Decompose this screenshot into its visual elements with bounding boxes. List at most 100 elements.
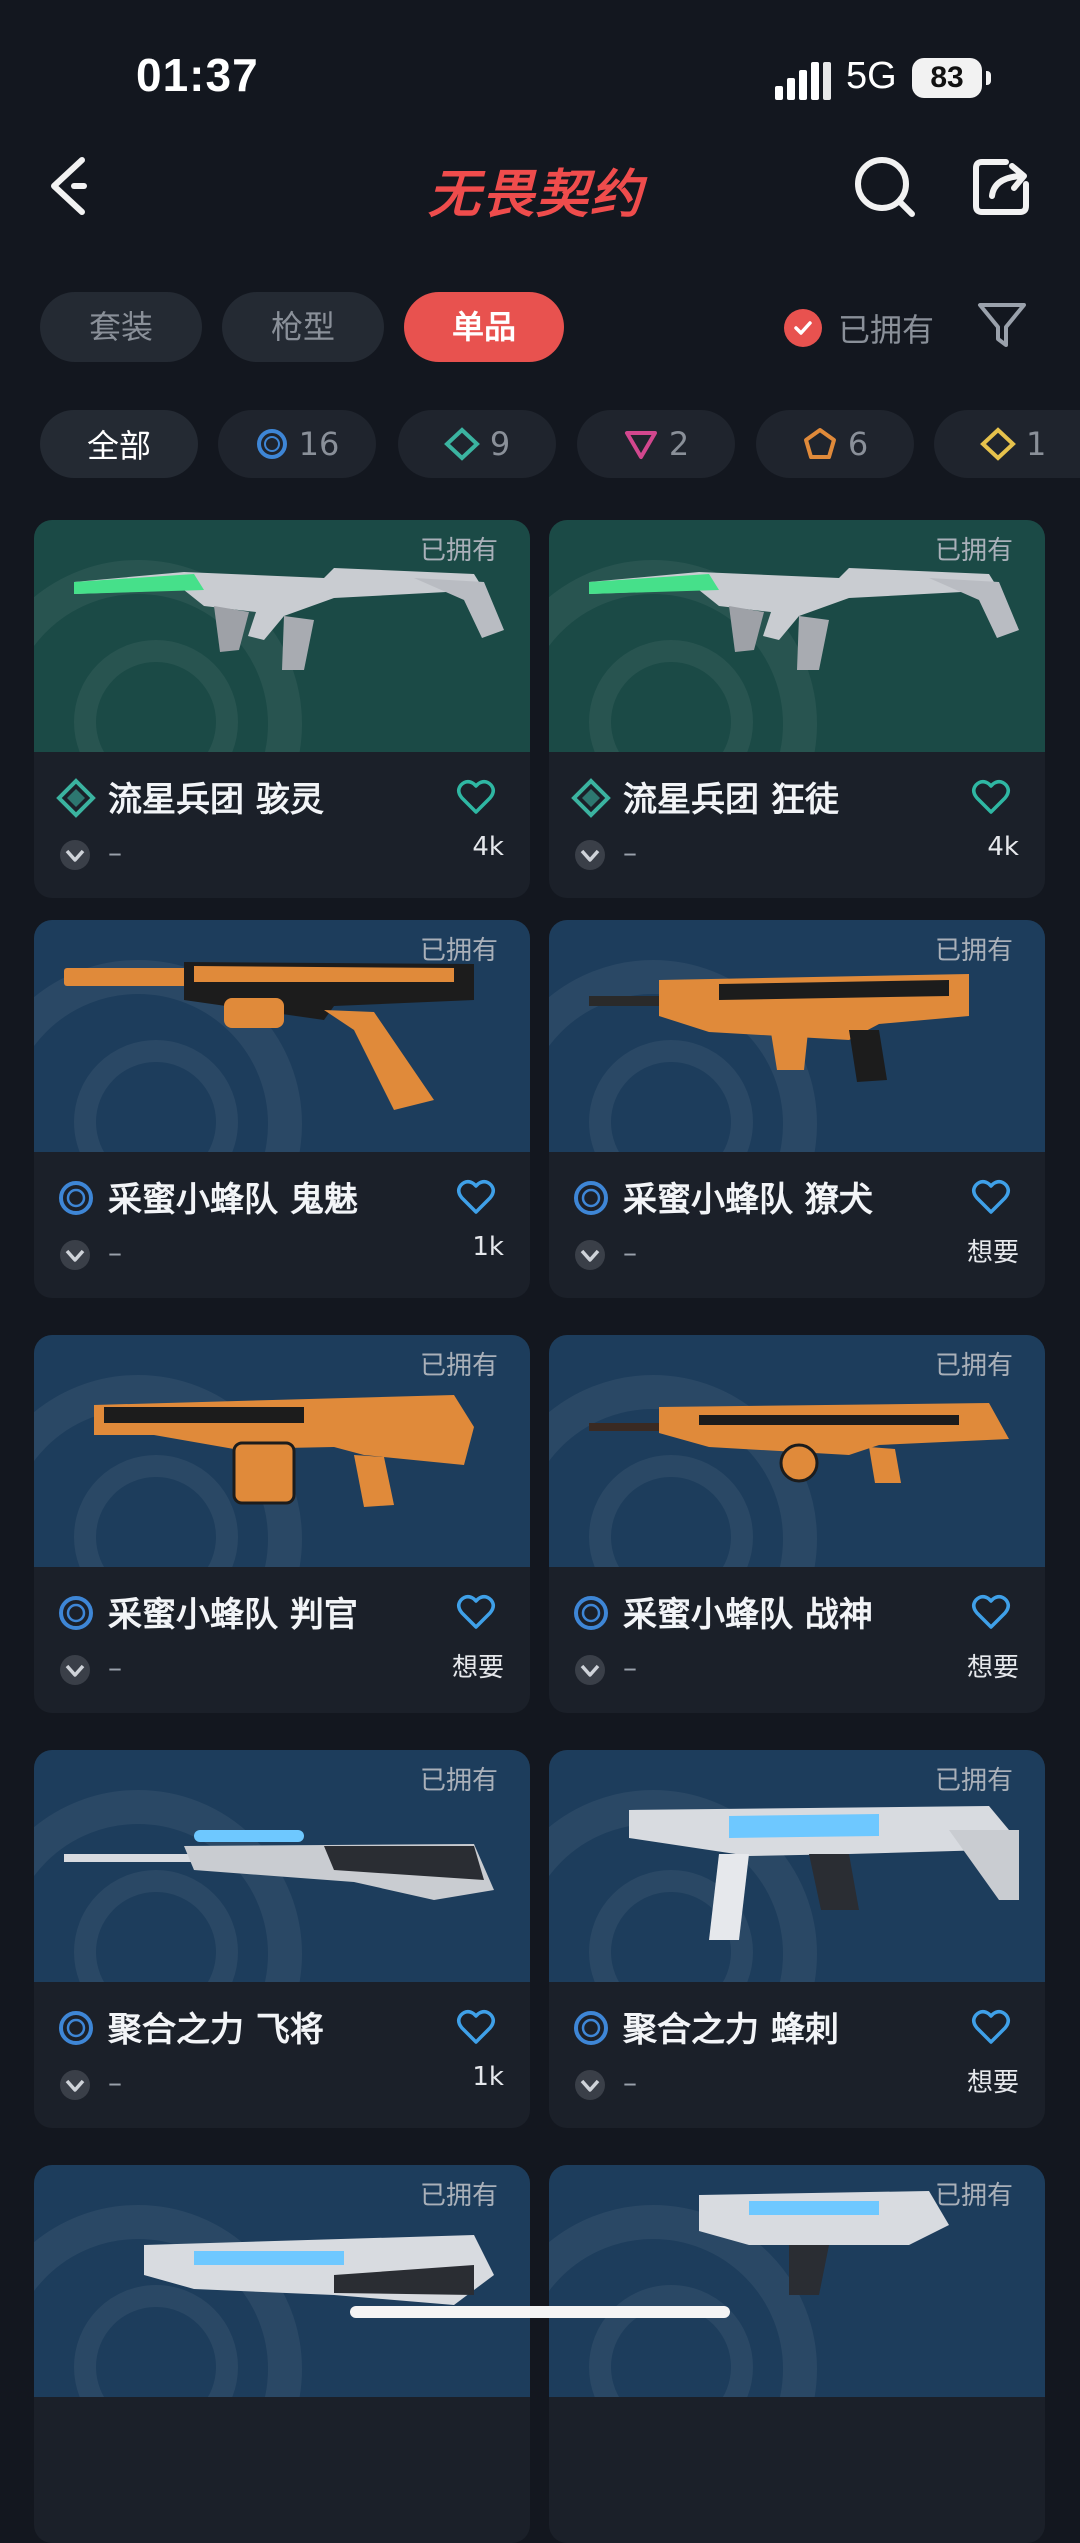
item-card[interactable]: 已拥有 [549, 2165, 1045, 2543]
tier-chip-all[interactable]: 全部 [40, 410, 198, 478]
item-card[interactable]: 已拥有采蜜小蜂队 獠犬 – 想要 [549, 920, 1045, 1298]
want-count: 想要 [966, 2068, 1019, 2098]
owned-tag: 已拥有 [419, 2181, 498, 2211]
tier-pentagon-orange-icon [803, 428, 836, 459]
want-count: 4k [472, 832, 504, 862]
tier-chip-pink[interactable]: 2 [577, 410, 735, 478]
want-count: 想要 [966, 1238, 1019, 1268]
want-count: 1k [472, 2062, 504, 2092]
owned-tag: 已拥有 [934, 2181, 1013, 2211]
tier-chip-count: 6 [847, 425, 869, 463]
tab-gun-types[interactable]: 枪型 [222, 292, 384, 362]
want-count: 1k [472, 1232, 504, 1262]
tier-blue-icon [574, 1181, 608, 1215]
share-icon[interactable] [968, 150, 1038, 220]
item-card[interactable]: 已拥有 聚合之力 飞将 – 1k [34, 1750, 530, 2128]
item-subtitle: – [108, 2066, 122, 2099]
tier-chip-gold[interactable]: 1 [934, 410, 1080, 478]
search-icon[interactable] [850, 150, 920, 220]
weapon-image: 已拥有 [549, 520, 1045, 752]
want-count: 想要 [966, 1653, 1019, 1683]
weapon-image: 已拥有 [549, 1750, 1045, 1982]
tier-blue-icon [574, 1596, 608, 1630]
owned-tag: 已拥有 [419, 536, 498, 566]
item-subtitle: – [108, 1651, 122, 1684]
tier-chip-orange[interactable]: 6 [756, 410, 914, 478]
want-count: 想要 [451, 1653, 504, 1683]
owned-filter-toggle[interactable]: 已拥有 [784, 302, 934, 354]
item-title: 流星兵团 狂徒 [623, 780, 839, 820]
tier-blue-icon [59, 1181, 93, 1215]
check-icon [784, 309, 822, 347]
item-card[interactable]: 已拥有 [34, 2165, 530, 2543]
heart-icon[interactable] [971, 2008, 1011, 2046]
tier-chip-count: 9 [489, 425, 511, 463]
network-label: 5G [846, 55, 897, 97]
owned-tag: 已拥有 [934, 936, 1013, 966]
level-badge-icon [60, 1655, 90, 1685]
tier-chip-count: 2 [668, 425, 690, 463]
tier-teal-icon [571, 778, 611, 818]
status-time: 01:37 [136, 49, 259, 101]
tier-blue-icon [574, 2011, 608, 2045]
weapon-image: 已拥有 [549, 920, 1045, 1152]
level-badge-icon [575, 1240, 605, 1270]
level-badge-icon [60, 2070, 90, 2100]
owned-tag: 已拥有 [419, 1351, 498, 1381]
tab-items[interactable]: 单品 [404, 292, 564, 362]
item-card[interactable]: 已拥有 采蜜小蜂队 判官 – 想要 [34, 1335, 530, 1713]
weapon-image: 已拥有 [34, 920, 530, 1152]
back-icon[interactable] [40, 150, 110, 220]
want-count: 4k [987, 832, 1019, 862]
tier-circle-blue-icon [256, 429, 287, 459]
item-title: 采蜜小蜂队 战神 [623, 1595, 873, 1635]
battery-indicator: 83 [912, 58, 991, 98]
tier-chip-label: 全部 [86, 427, 151, 465]
item-title: 流星兵团 骇灵 [108, 780, 324, 820]
weapon-image: 已拥有 [34, 2165, 530, 2397]
tier-diamond-gold-icon [980, 427, 1016, 461]
item-subtitle: – [108, 1236, 122, 1269]
tier-chip-count: 1 [1026, 425, 1047, 463]
item-card[interactable]: 已拥有聚合之力 蜂刺 – 想要 [549, 1750, 1045, 2128]
item-subtitle: – [623, 1236, 637, 1269]
item-subtitle: – [108, 836, 122, 869]
weapon-image: 已拥有 [34, 1335, 530, 1567]
item-subtitle: – [623, 2066, 637, 2099]
item-title: 采蜜小蜂队 獠犬 [623, 1180, 873, 1220]
item-title: 聚合之力 飞将 [108, 2010, 324, 2050]
item-card[interactable]: 已拥有流星兵团 骇灵 – 4k [34, 520, 530, 898]
tier-blue-icon [59, 1596, 93, 1630]
tier-blue-icon [59, 2011, 93, 2045]
item-title: 采蜜小蜂队 鬼魅 [108, 1180, 358, 1220]
heart-icon[interactable] [456, 1178, 496, 1216]
tier-chip-count: 16 [298, 425, 340, 463]
item-card[interactable]: 已拥有 采蜜小蜂队 战神 – 想要 [549, 1335, 1045, 1713]
owned-tag: 已拥有 [419, 936, 498, 966]
tier-chip-blue[interactable]: 16 [218, 410, 376, 478]
item-card[interactable]: 已拥有 流星兵团 狂徒 – 4k [549, 520, 1045, 898]
heart-icon[interactable] [971, 1178, 1011, 1216]
heart-icon[interactable] [456, 2008, 496, 2046]
heart-icon[interactable] [456, 778, 496, 816]
level-badge-icon [575, 1655, 605, 1685]
weapon-image: 已拥有 [549, 1335, 1045, 1567]
level-badge-icon [575, 840, 605, 870]
tier-chip-teal[interactable]: 9 [398, 410, 556, 478]
signal-icon [775, 62, 831, 100]
filter-icon[interactable] [972, 295, 1032, 355]
item-title: 聚合之力 蜂刺 [623, 2010, 839, 2050]
home-indicator[interactable] [350, 2306, 730, 2318]
tier-teal-icon [56, 778, 96, 818]
heart-icon[interactable] [971, 1593, 1011, 1631]
owned-filter-label: 已拥有 [838, 311, 935, 349]
weapon-image: 已拥有 [34, 520, 530, 752]
heart-icon[interactable] [456, 1593, 496, 1631]
weapon-image: 已拥有 [549, 2165, 1045, 2397]
item-card[interactable]: 已拥有采蜜小蜂队 鬼魅 – 1k [34, 920, 530, 1298]
level-badge-icon [60, 840, 90, 870]
tab-suits[interactable]: 套装 [40, 292, 202, 362]
owned-tag: 已拥有 [934, 1351, 1013, 1381]
heart-icon[interactable] [971, 778, 1011, 816]
owned-tag: 已拥有 [934, 1766, 1013, 1796]
